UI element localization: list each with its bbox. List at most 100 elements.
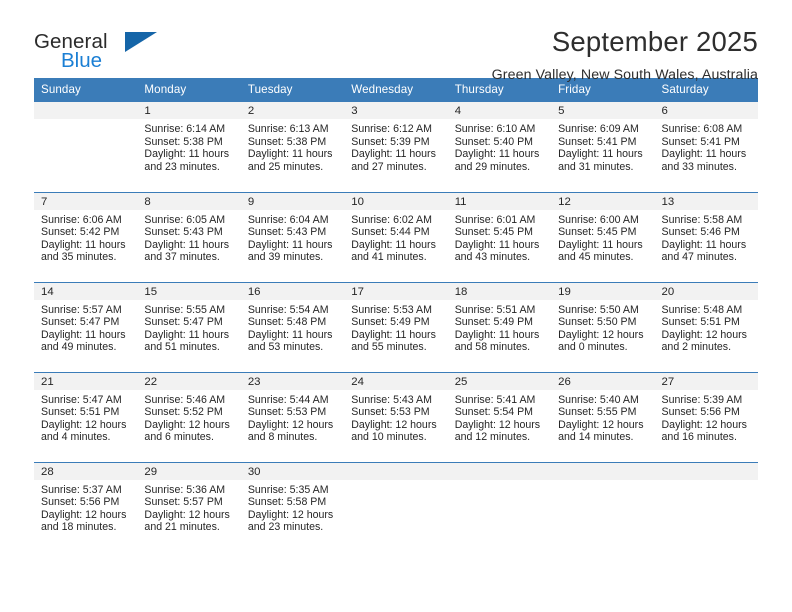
sunset-text: Sunset: 5:48 PM — [247, 316, 327, 329]
day-details: Sunrise: 6:12 AM Sunset: 5:39 PM Daylight:… — [344, 119, 447, 173]
daylight-text-line2: and 2 minutes. — [661, 341, 732, 354]
day-details: Sunrise: 6:05 AM Sunset: 5:43 PM Daylight:… — [137, 210, 240, 264]
day-number — [344, 462, 448, 480]
calendar-day-cell[interactable]: 25 Sunrise: 5:41 AM Sunset: 5:54 PM Dayligh… — [447, 371, 552, 462]
daylight-text-line1: Daylight: 12 hours — [144, 508, 230, 521]
daylight-text-line1: Daylight: 12 hours — [41, 418, 127, 431]
day-number: 3 — [344, 102, 448, 119]
calendar-day-cell[interactable]: 11 Sunrise: 6:01 AM Sunset: 5:45 PM Dayligh… — [447, 191, 552, 282]
calendar-day-cell[interactable]: 20 Sunrise: 5:48 AM Sunset: 5:51 PM Dayligh… — [654, 281, 758, 372]
calendar-day-cell[interactable]: 8 Sunrise: 6:05 AM Sunset: 5:43 PM Daylight… — [137, 191, 241, 282]
calendar-day-cell[interactable]: 1 Sunrise: 6:14 AM Sunset: 5:38 PM Daylight… — [137, 102, 241, 192]
calendar-day-cell[interactable]: 19 Sunrise: 5:50 AM Sunset: 5:50 PM Dayligh… — [551, 281, 655, 372]
calendar-day-cell-empty — [654, 461, 758, 552]
daylight-text-line1: Daylight: 12 hours — [247, 508, 334, 521]
calendar-week-row: 1 Sunrise: 6:14 AM Sunset: 5:38 PM Daylight… — [34, 102, 758, 192]
daylight-text-line2: and 4 minutes. — [41, 431, 111, 444]
calendar-day-cell[interactable]: 3 Sunrise: 6:12 AM Sunset: 5:39 PM Daylight… — [344, 102, 448, 192]
calendar-day-cell[interactable]: 18 Sunrise: 5:51 AM Sunset: 5:49 PM Dayligh… — [447, 281, 552, 372]
sunrise-text: Sunrise: 5:40 AM — [558, 393, 639, 406]
calendar-day-cell[interactable]: 2 Sunrise: 6:13 AM Sunset: 5:38 PM Daylight… — [240, 102, 345, 192]
calendar-week-row: 28 Sunrise: 5:37 AM Sunset: 5:56 PM Dayligh… — [34, 461, 758, 552]
calendar-body: 1 Sunrise: 6:14 AM Sunset: 5:38 PM Daylight… — [34, 102, 758, 552]
daylight-text-line2: and 58 minutes. — [454, 341, 531, 354]
sunrise-text: Sunrise: 6:02 AM — [351, 213, 432, 226]
daylight-text-line2: and 51 minutes. — [144, 341, 220, 354]
sunset-text: Sunset: 5:49 PM — [351, 316, 430, 329]
day-details: Sunrise: 6:00 AM Sunset: 5:45 PM Daylight:… — [551, 210, 654, 264]
sunrise-text: Sunrise: 6:12 AM — [351, 123, 432, 135]
day-details: Sunrise: 6:06 AM Sunset: 5:42 PM Daylight:… — [34, 210, 137, 264]
day-number: 11 — [447, 192, 552, 210]
daylight-text-line1: Daylight: 11 hours — [247, 238, 333, 251]
calendar-day-cell[interactable]: 21 Sunrise: 5:47 AM Sunset: 5:51 PM Dayligh… — [34, 371, 138, 462]
sunrise-text: Sunrise: 5:50 AM — [558, 303, 639, 316]
calendar-day-cell[interactable]: 24 Sunrise: 5:43 AM Sunset: 5:53 PM Dayligh… — [344, 371, 448, 462]
daylight-text-line1: Daylight: 11 hours — [144, 238, 230, 251]
sunset-text: Sunset: 5:53 PM — [247, 406, 327, 419]
calendar-day-cell[interactable]: 9 Sunrise: 6:04 AM Sunset: 5:43 PM Daylight… — [240, 191, 345, 282]
sunset-text: Sunset: 5:50 PM — [558, 316, 637, 329]
calendar-day-cell[interactable]: 16 Sunrise: 5:54 AM Sunset: 5:48 PM Dayligh… — [240, 281, 345, 372]
sunset-text: Sunset: 5:56 PM — [41, 496, 120, 509]
calendar-day-cell[interactable]: 10 Sunrise: 6:02 AM Sunset: 5:44 PM Dayligh… — [344, 191, 448, 282]
day-number: 21 — [34, 372, 138, 390]
daylight-text-line1: Daylight: 12 hours — [661, 328, 747, 341]
day-number: 4 — [447, 102, 552, 119]
calendar-day-cell[interactable]: 13 Sunrise: 5:58 AM Sunset: 5:46 PM Dayligh… — [654, 191, 758, 282]
calendar-day-cell[interactable]: 17 Sunrise: 5:53 AM Sunset: 5:49 PM Dayligh… — [344, 281, 448, 372]
sunrise-text: Sunrise: 5:51 AM — [454, 303, 536, 316]
day-number — [551, 462, 655, 480]
day-number: 22 — [137, 372, 241, 390]
sunset-text: Sunset: 5:55 PM — [558, 406, 637, 419]
calendar-day-cell-empty — [551, 461, 655, 552]
day-details: Sunrise: 5:47 AM Sunset: 5:51 PM Daylight:… — [34, 390, 137, 444]
day-number: 2 — [240, 102, 345, 119]
calendar-day-cell[interactable]: 4 Sunrise: 6:10 AM Sunset: 5:40 PM Daylight… — [447, 102, 552, 192]
sunset-text: Sunset: 5:56 PM — [661, 406, 740, 419]
calendar-day-cell[interactable]: 28 Sunrise: 5:37 AM Sunset: 5:56 PM Dayligh… — [34, 461, 138, 552]
sunset-text: Sunset: 5:40 PM — [454, 135, 534, 148]
day-number — [447, 462, 552, 480]
daylight-text-line2: and 55 minutes. — [351, 341, 427, 354]
daylight-text-line2: and 18 minutes. — [41, 521, 117, 534]
sunset-text: Sunset: 5:53 PM — [351, 406, 430, 419]
generalblue-logo[interactable]: General Blue — [34, 26, 184, 78]
calendar-day-cell[interactable]: 6 Sunrise: 6:08 AM Sunset: 5:41 PM Daylight… — [654, 102, 758, 192]
daylight-text-line1: Daylight: 12 hours — [41, 508, 127, 521]
day-details: Sunrise: 5:44 AM Sunset: 5:53 PM Daylight:… — [241, 390, 344, 444]
calendar-day-cell[interactable]: 30 Sunrise: 5:35 AM Sunset: 5:58 PM Dayligh… — [240, 461, 345, 552]
calendar-day-cell[interactable]: 12 Sunrise: 6:00 AM Sunset: 5:45 PM Dayligh… — [551, 191, 655, 282]
day-number: 10 — [344, 192, 448, 210]
calendar-day-cell[interactable]: 22 Sunrise: 5:46 AM Sunset: 5:52 PM Dayligh… — [137, 371, 241, 462]
day-number: 26 — [551, 372, 655, 390]
day-details: Sunrise: 6:02 AM Sunset: 5:44 PM Daylight:… — [344, 210, 447, 264]
daylight-text-line2: and 41 minutes. — [351, 251, 427, 264]
calendar-day-cell[interactable]: 15 Sunrise: 5:55 AM Sunset: 5:47 PM Dayligh… — [137, 281, 241, 372]
sunset-text: Sunset: 5:45 PM — [454, 226, 534, 239]
daylight-text-line1: Daylight: 11 hours — [144, 148, 230, 161]
sunrise-text: Sunrise: 5:55 AM — [144, 303, 226, 316]
daylight-text-line2: and 8 minutes. — [247, 431, 318, 444]
calendar-day-cell-empty — [34, 102, 138, 192]
day-details: Sunrise: 5:58 AM Sunset: 5:46 PM Daylight:… — [655, 210, 758, 264]
calendar-day-cell[interactable]: 14 Sunrise: 5:57 AM Sunset: 5:47 PM Dayligh… — [34, 281, 138, 372]
sunset-text: Sunset: 5:39 PM — [351, 135, 430, 148]
daylight-text-line1: Daylight: 11 hours — [454, 148, 540, 161]
calendar-day-cell[interactable]: 5 Sunrise: 6:09 AM Sunset: 5:41 PM Daylight… — [551, 102, 655, 192]
calendar-day-cell[interactable]: 23 Sunrise: 5:44 AM Sunset: 5:53 PM Dayligh… — [240, 371, 345, 462]
day-number: 19 — [551, 282, 655, 300]
day-number: 13 — [654, 192, 758, 210]
calendar-day-cell[interactable]: 27 Sunrise: 5:39 AM Sunset: 5:56 PM Dayligh… — [654, 371, 758, 462]
calendar-day-cell[interactable]: 29 Sunrise: 5:36 AM Sunset: 5:57 PM Dayligh… — [137, 461, 241, 552]
calendar-day-cell[interactable]: 26 Sunrise: 5:40 AM Sunset: 5:55 PM Dayligh… — [551, 371, 655, 462]
sunset-text: Sunset: 5:51 PM — [661, 316, 740, 329]
daylight-text-line2: and 29 minutes. — [454, 160, 531, 173]
day-details: Sunrise: 5:36 AM Sunset: 5:57 PM Daylight:… — [137, 480, 240, 534]
calendar-day-cell[interactable]: 7 Sunrise: 6:06 AM Sunset: 5:42 PM Daylight… — [34, 191, 138, 282]
sunrise-text: Sunrise: 6:06 AM — [41, 213, 122, 226]
day-details: Sunrise: 6:04 AM Sunset: 5:43 PM Daylight:… — [241, 210, 344, 264]
daylight-text-line2: and 16 minutes. — [661, 431, 737, 444]
day-number: 5 — [551, 102, 655, 119]
sunrise-text: Sunrise: 6:04 AM — [247, 213, 329, 226]
